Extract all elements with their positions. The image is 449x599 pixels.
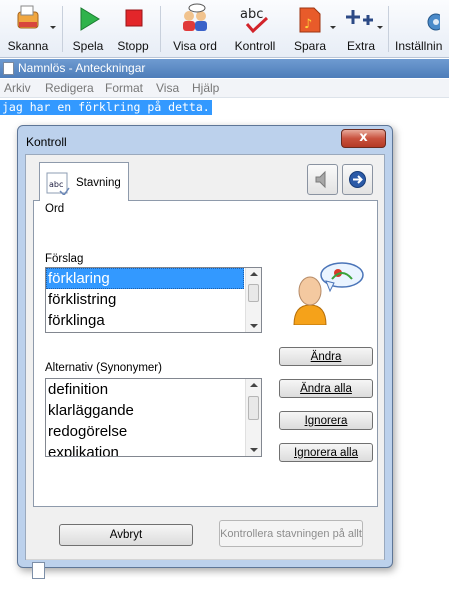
alternatives-scrollbar[interactable]	[245, 379, 261, 456]
check-all-button[interactable]: Kontrollera stavningen på allt	[219, 520, 363, 547]
cancel-button[interactable]: Avbryt	[59, 524, 193, 546]
speak-button[interactable]	[307, 164, 338, 195]
notepad-icon	[3, 62, 14, 75]
scroll-thumb[interactable]	[248, 396, 259, 420]
kontroll-dialog: Kontroll x Ord Förslag förklaring förkli…	[17, 125, 393, 579]
suggestion-item[interactable]: förklinga	[46, 310, 261, 331]
scroll-thumb[interactable]	[248, 284, 259, 302]
menu-arkiv[interactable]: Arkiv	[4, 81, 31, 95]
stop-button[interactable]: Stopp	[112, 2, 154, 56]
alternatives-label: Alternativ (Synonymer)	[45, 362, 162, 374]
scan-button[interactable]: Skanna	[2, 2, 56, 56]
scroll-up-icon[interactable]	[250, 383, 258, 387]
ignore-button[interactable]: Ignorera	[279, 411, 373, 430]
next-button[interactable]	[342, 164, 373, 195]
suggestion-item[interactable]: förklistring	[46, 289, 261, 310]
change-button[interactable]: Ändra	[279, 347, 373, 366]
svg-text:♪: ♪	[304, 17, 312, 32]
scroll-up-icon[interactable]	[250, 272, 258, 276]
close-icon: x	[359, 130, 368, 145]
extra-plus-icon	[343, 2, 383, 36]
notepad-title: Namnlös - Anteckningar	[18, 61, 146, 75]
speaking-person-icon	[286, 261, 364, 326]
toolbar-separator	[160, 6, 161, 52]
scroll-down-icon[interactable]	[250, 448, 258, 452]
spelling-icon: abc	[46, 171, 70, 197]
save-audio-button[interactable]: ♪ Spara	[288, 2, 336, 56]
tab-panel: Ord Förslag förklaring förklistring förk…	[33, 200, 378, 507]
suggestions-list[interactable]: förklaring förklistring förklinga	[45, 267, 262, 333]
notepad-selected-text[interactable]: jag har en förklring på detta.	[0, 100, 212, 115]
speaker-icon	[315, 170, 326, 189]
arrow-right-icon	[349, 171, 366, 188]
alternatives-list[interactable]: definition klarläggande redogörelse expl…	[45, 378, 262, 457]
close-button[interactable]: x	[341, 129, 386, 148]
status-divider	[26, 559, 384, 560]
stop-icon	[115, 2, 151, 36]
menu-format[interactable]: Format	[105, 81, 143, 95]
suggestions-scrollbar[interactable]	[245, 268, 261, 332]
toolbar-separator	[388, 6, 389, 52]
alternative-item[interactable]: redogörelse	[46, 421, 261, 442]
alternative-item[interactable]: explikation	[46, 442, 261, 456]
show-words-icon	[177, 2, 213, 36]
alternative-item[interactable]: klarläggande	[46, 400, 261, 421]
main-toolbar: Skanna Spela Stopp Visa ord abc Kontroll…	[0, 0, 449, 58]
settings-gear-icon	[404, 2, 449, 36]
suggestion-item[interactable]: förklaring	[46, 268, 244, 289]
toolbar-separator	[62, 6, 63, 52]
spellcheck-icon: abc	[237, 2, 273, 36]
scroll-down-icon[interactable]	[250, 324, 258, 328]
svg-text:abc: abc	[240, 7, 263, 22]
scan-icon	[10, 2, 56, 36]
suggestions-label: Förslag	[45, 253, 84, 265]
tab-stavning[interactable]: abc Stavning	[39, 162, 129, 201]
menu-redigera[interactable]: Redigera	[45, 81, 94, 95]
menu-visa[interactable]: Visa	[156, 81, 179, 95]
show-words-button[interactable]: Visa ord	[166, 2, 224, 56]
notepad-titlebar: Namnlös - Anteckningar	[0, 59, 449, 78]
document-icon	[32, 562, 45, 579]
word-label: Ord	[45, 203, 65, 215]
ignore-all-button[interactable]: Ignorera alla	[279, 443, 373, 462]
extra-button[interactable]: Extra	[340, 2, 383, 56]
change-all-button[interactable]: Ändra alla	[279, 379, 373, 398]
tab-label: Stavning	[76, 177, 121, 189]
menu-hjalp[interactable]: Hjälp	[192, 81, 219, 95]
save-audio-icon: ♪	[292, 2, 336, 36]
svg-text:abc: abc	[49, 180, 63, 189]
dialog-client: Ord Förslag förklaring förklistring förk…	[25, 154, 385, 579]
settings-button[interactable]: Inställnin	[395, 2, 449, 56]
notepad-menubar: Arkiv Redigera Format Visa Hjälp	[0, 79, 449, 98]
spellcheck-button[interactable]: abc Kontroll	[229, 2, 281, 56]
dialog-title: Kontroll	[26, 135, 67, 149]
alternative-item[interactable]: definition	[46, 379, 261, 400]
play-button[interactable]: Spela	[66, 2, 110, 56]
play-icon	[70, 2, 106, 36]
